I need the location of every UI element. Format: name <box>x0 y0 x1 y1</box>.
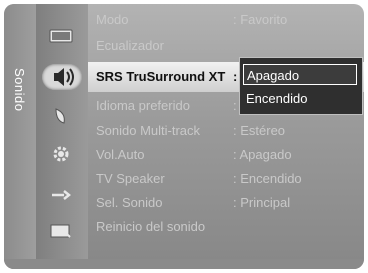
option-encendido[interactable]: Encendido <box>243 88 357 109</box>
menu-item-label: Sel. Sonido <box>96 195 163 210</box>
menu-item-tv-speaker[interactable]: TV Speaker : Encendido <box>88 168 364 190</box>
menu-item-value: : Favorito <box>233 12 288 27</box>
settings-icon[interactable] <box>48 145 74 163</box>
option-apagado[interactable]: Apagado <box>243 64 357 85</box>
srs-options-dropdown: Apagado Encendido <box>239 57 363 115</box>
sound-menu-panel: Sonido Modo: Favorito Ecualizador SRS T… <box>4 4 364 269</box>
sound-icon[interactable] <box>42 64 82 90</box>
picture-icon[interactable] <box>48 27 74 45</box>
menu-item-label: Reinicio del sonido <box>96 219 206 234</box>
menu-item-modo[interactable]: Modo : Favorito <box>88 9 364 31</box>
input-icon[interactable] <box>48 186 74 204</box>
menu-item-value: : Apagado <box>233 147 292 162</box>
menu-item-value: : Estéreo <box>233 123 286 138</box>
menu-item-label: Ecualizador <box>96 38 164 53</box>
menu-item-label: Modo <box>96 12 129 27</box>
menu-item-vol-auto[interactable]: Vol.Auto : Apagado <box>88 144 364 166</box>
menu-item-label: Idioma preferido <box>96 98 190 113</box>
menu-item-label: Vol.Auto <box>96 147 145 162</box>
channel-icon[interactable] <box>48 107 74 125</box>
menu-item-label: SRS TruSurround XT <box>96 69 226 84</box>
menu-item-value: : Principal <box>233 195 291 210</box>
menu-item-value: : <box>233 69 238 84</box>
sound-menu-list: Modo : Favorito Ecualizador SRS TruSurro… <box>88 4 364 269</box>
bottom-bar <box>4 259 364 269</box>
category-icon-column <box>36 4 88 269</box>
menu-item-sel-sonido[interactable]: Sel. Sonido : Principal <box>88 192 364 214</box>
menu-item-reinicio[interactable]: Reinicio del sonido <box>88 216 364 238</box>
application-icon[interactable] <box>48 222 74 240</box>
menu-item-value: : <box>233 98 237 113</box>
menu-item-multitrack[interactable]: Sonido Multi-track : Estéreo <box>88 120 364 142</box>
menu-item-value: : Encendido <box>233 171 302 186</box>
menu-item-label: Sonido Multi-track <box>96 123 201 138</box>
menu-item-ecualizador[interactable]: Ecualizador <box>88 35 364 57</box>
sidebar-tab: Sonido <box>4 4 36 269</box>
sidebar-tab-label: Sonido <box>12 68 27 112</box>
menu-item-label: TV Speaker <box>96 171 165 186</box>
